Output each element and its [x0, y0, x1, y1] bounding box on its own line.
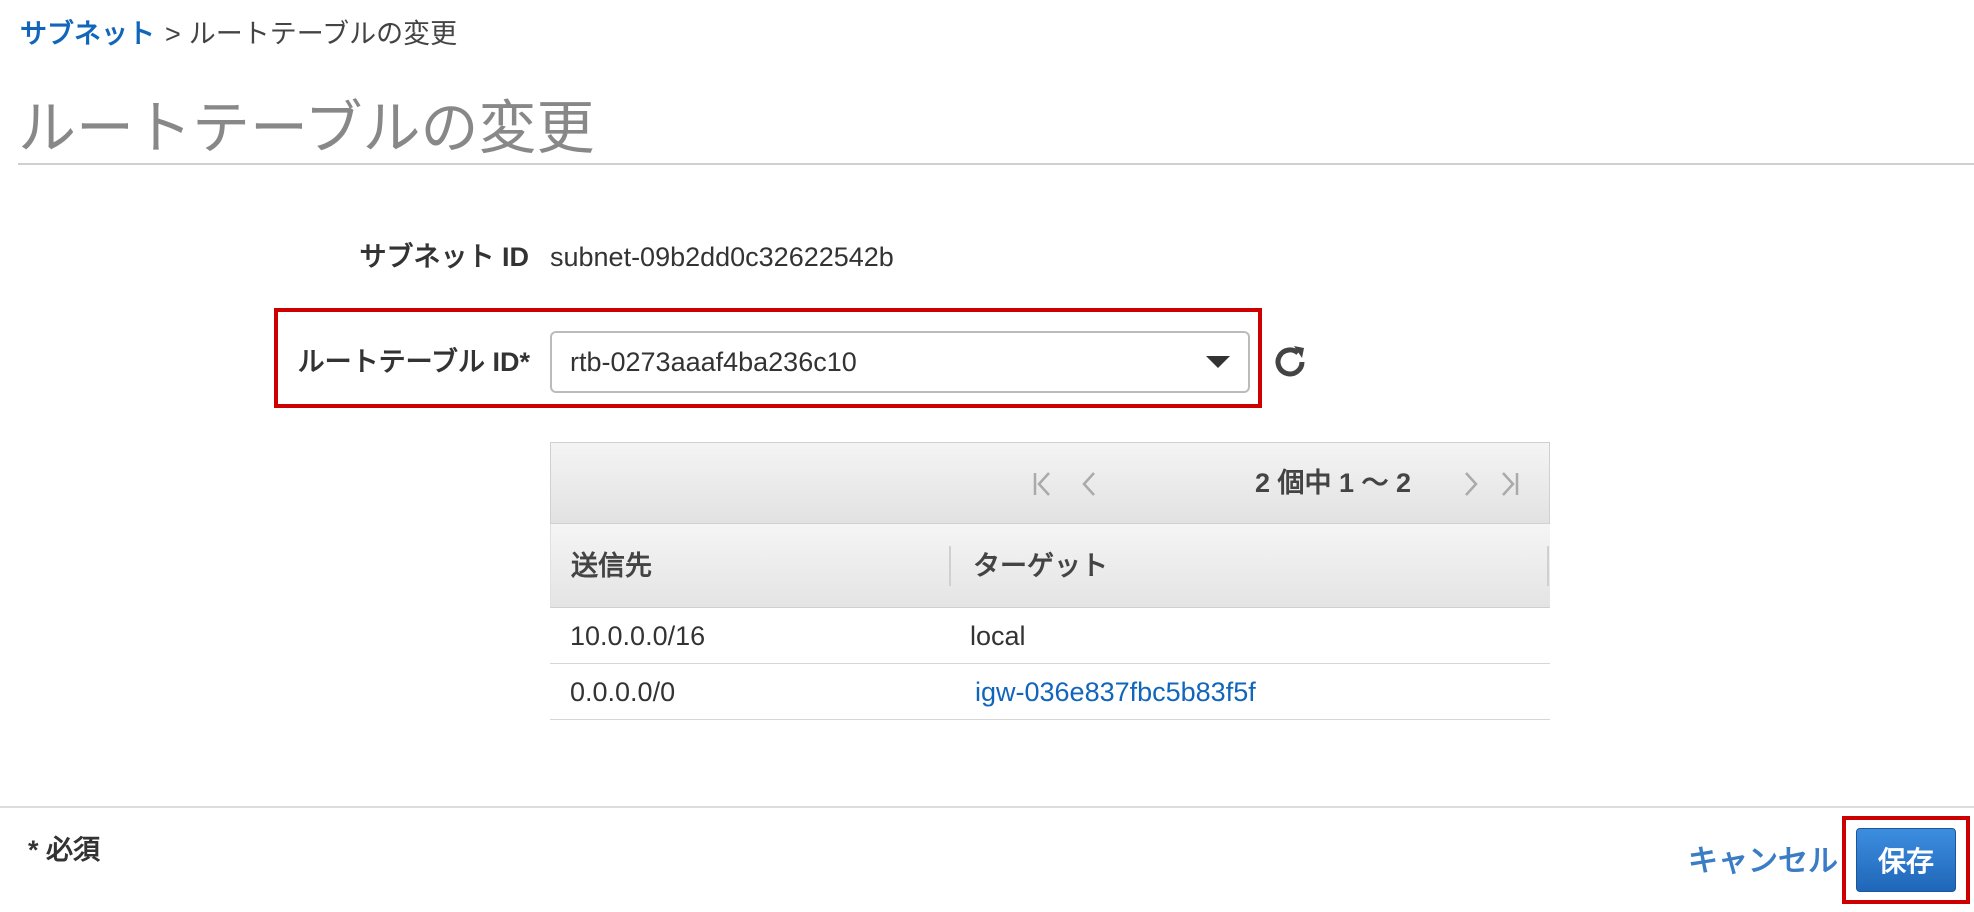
column-header-destination[interactable]: 送信先: [571, 548, 652, 584]
breadcrumb-current: ルートテーブルの変更: [188, 19, 458, 49]
refresh-icon: [1275, 346, 1305, 377]
required-note: * 必須: [28, 835, 101, 865]
cancel-button[interactable]: キャンセル: [1688, 842, 1838, 882]
breadcrumb-link-subnets[interactable]: サブネット: [20, 19, 155, 49]
next-page-icon[interactable]: [1453, 467, 1487, 501]
table-header-row: 送信先 ターゲット: [550, 524, 1550, 608]
route-table-id-label: ルートテーブル ID*: [297, 347, 530, 377]
cell-destination: 0.0.0.0/0: [570, 677, 676, 707]
pager-range-text: 2 個中 1 〜 2: [1255, 468, 1412, 498]
refresh-button[interactable]: [1268, 340, 1312, 384]
route-table-select-value: rtb-0273aaaf4ba236c10: [570, 346, 857, 377]
prev-page-icon[interactable]: [1073, 467, 1107, 501]
page-title: ルートテーブルの変更: [18, 96, 595, 161]
column-divider: [949, 546, 951, 586]
breadcrumb: サブネット > ルートテーブルの変更: [20, 16, 457, 52]
column-header-target[interactable]: ターゲット: [973, 548, 1108, 584]
route-table-select[interactable]: rtb-0273aaaf4ba236c10: [550, 331, 1250, 393]
caret-down-icon: [1206, 356, 1230, 368]
column-divider: [1547, 546, 1549, 586]
first-page-icon[interactable]: [1027, 467, 1061, 501]
table-row: 10.0.0.0/16 local: [550, 608, 1550, 664]
cell-destination: 10.0.0.0/16: [570, 621, 706, 651]
last-page-icon[interactable]: [1491, 467, 1525, 501]
title-divider: [18, 163, 1974, 165]
cell-target: local: [970, 621, 1026, 651]
table-row: 0.0.0.0/0 igw-036e837fbc5b83f5f: [550, 664, 1550, 720]
breadcrumb-separator: >: [165, 19, 181, 49]
table-pager-bar: 2 個中 1 〜 2: [550, 442, 1550, 524]
cell-target-link[interactable]: igw-036e837fbc5b83f5f: [975, 674, 1256, 710]
save-button[interactable]: 保存: [1856, 828, 1956, 892]
subnet-id-value: subnet-09b2dd0c32622542b: [550, 242, 894, 272]
footer-divider: [0, 806, 1974, 808]
subnet-id-label: サブネット ID: [359, 242, 529, 272]
